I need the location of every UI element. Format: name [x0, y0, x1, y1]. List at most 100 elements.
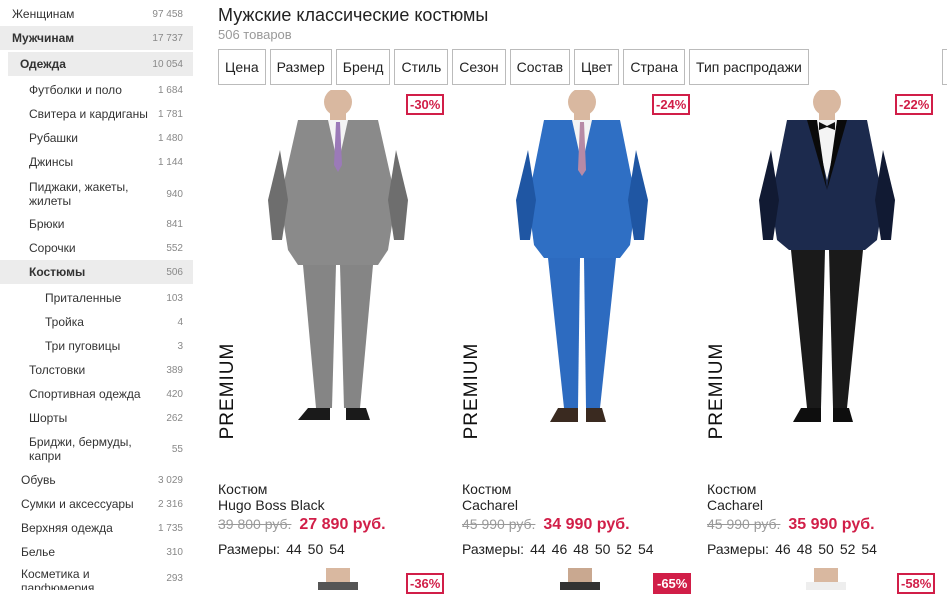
- sidebar-item-shorts[interactable]: Шорты 262: [0, 408, 193, 428]
- old-price: 45 990 руб.: [707, 516, 781, 532]
- premium-label: PREMIUM: [461, 342, 482, 440]
- filter-sale-type-button[interactable]: Тип распродажи: [689, 49, 809, 85]
- size-option[interactable]: 50: [818, 541, 834, 557]
- sidebar-item-label: Шорты: [29, 411, 68, 425]
- sidebar-item-three-buttons[interactable]: Три пуговицы 3: [0, 336, 193, 356]
- sidebar-item-count: 420: [166, 388, 183, 400]
- new-price: 35 990 руб.: [788, 516, 875, 533]
- sidebar-item-count: 262: [166, 412, 183, 424]
- size-option[interactable]: 50: [595, 541, 611, 557]
- sidebar-item-tshirts[interactable]: Футболки и поло 1 684: [0, 80, 193, 100]
- sidebar-item-count: 1 144: [157, 156, 183, 168]
- sidebar-item-three-piece[interactable]: Тройка 4: [0, 312, 193, 332]
- sidebar-item-slim-fit[interactable]: Приталенные 103: [0, 288, 193, 308]
- sidebar-item-count: 389: [166, 364, 183, 376]
- sidebar-item-jackets[interactable]: Пиджаки, жакеты, жилеты 940: [0, 178, 193, 210]
- size-option[interactable]: 48: [573, 541, 589, 557]
- product-type: Костюм: [218, 481, 268, 497]
- size-option[interactable]: 48: [797, 541, 813, 557]
- filter-composition-button[interactable]: Состав: [509, 49, 571, 85]
- sidebar-item-label: Верхняя одежда: [21, 521, 113, 535]
- size-option[interactable]: 50: [308, 541, 324, 557]
- product-image[interactable]: [747, 90, 907, 440]
- product-image[interactable]: [502, 90, 662, 440]
- sidebar-item-count: 2 316: [157, 498, 183, 510]
- sidebar-item-label: Одежда: [20, 57, 66, 71]
- filter-bar: Цена Размер Бренд Стиль Сезон Состав Цве…: [218, 49, 809, 85]
- filter-country-button[interactable]: Страна: [623, 49, 686, 85]
- product-card[interactable]: -24% PREMIUM Костюм Cacharel 45 990 руб.…: [461, 90, 692, 560]
- product-type: Костюм: [462, 481, 512, 497]
- sidebar-item-women[interactable]: Женщинам 97 458: [0, 4, 193, 24]
- sizes-label: Размеры:: [707, 541, 770, 557]
- premium-label: PREMIUM: [706, 342, 727, 440]
- product-image-partial[interactable]: [560, 568, 600, 590]
- sidebar-item-shoes[interactable]: Обувь 3 029: [0, 470, 193, 490]
- size-option[interactable]: 46: [552, 541, 568, 557]
- product-image-partial[interactable]: [806, 568, 846, 590]
- new-price: 34 990 руб.: [543, 516, 630, 533]
- product-brand[interactable]: Hugo Boss Black: [218, 497, 325, 513]
- product-card[interactable]: -22% PREMIUM Костюм Cacharel 45 990 руб.…: [706, 90, 937, 560]
- product-brand[interactable]: Cacharel: [462, 497, 518, 513]
- product-image[interactable]: [258, 90, 418, 440]
- filter-size-button[interactable]: Размер: [269, 49, 332, 85]
- sidebar-item-men[interactable]: Мужчинам 17 737: [0, 26, 193, 50]
- sidebar-item-count: 103: [166, 292, 183, 304]
- filter-color-button[interactable]: Цвет: [574, 49, 620, 85]
- size-option[interactable]: 54: [329, 541, 345, 557]
- sidebar-item-label: Пиджаки, жакеты, жилеты: [29, 180, 129, 208]
- sidebar-item-count: 1 735: [157, 522, 183, 534]
- sidebar-item-count: 10 054: [152, 58, 183, 70]
- sidebar-item-count: 55: [171, 443, 183, 455]
- sidebar-item-suits[interactable]: Костюмы 506: [0, 260, 193, 284]
- sidebar-item-cosmetics[interactable]: Косметика и парфюмерия 293: [0, 567, 193, 590]
- sidebar-item-label: Тройка: [45, 315, 84, 329]
- filter-style-button[interactable]: Стиль: [394, 49, 449, 85]
- discount-badge: -30%: [406, 94, 445, 115]
- sidebar-item-shirts[interactable]: Рубашки 1 480: [0, 128, 193, 148]
- size-option[interactable]: 52: [616, 541, 632, 557]
- sidebar-item-count: 841: [166, 218, 183, 230]
- sidebar-item-count: 1 480: [157, 132, 183, 144]
- sidebar-item-trousers[interactable]: Брюки 841: [0, 214, 193, 234]
- size-option[interactable]: 46: [775, 541, 791, 557]
- sidebar-item-sportswear[interactable]: Спортивная одежда 420: [0, 384, 193, 404]
- size-option[interactable]: 44: [286, 541, 302, 557]
- sidebar-item-breeches[interactable]: Бриджи, бермуды, капри 55: [0, 433, 193, 465]
- sidebar-item-label: Брюки: [29, 217, 65, 231]
- filter-more-button[interactable]: [942, 49, 947, 85]
- product-count: 506 товаров: [218, 27, 292, 42]
- sidebar-item-label: Женщинам: [12, 7, 75, 21]
- sidebar-item-outerwear[interactable]: Верхняя одежда 1 735: [0, 518, 193, 538]
- filter-brand-button[interactable]: Бренд: [335, 49, 391, 85]
- sidebar-item-hoodies[interactable]: Толстовки 389: [0, 360, 193, 380]
- sidebar-item-sweaters[interactable]: Свитера и кардиганы 1 781: [0, 104, 193, 124]
- sidebar-item-dress-shirts[interactable]: Сорочки 552: [0, 238, 193, 258]
- size-option[interactable]: 54: [861, 541, 877, 557]
- product-card[interactable]: -30% PREMIUM Костюм Hugo Boss Black 39 8…: [217, 90, 448, 560]
- sidebar-item-label: Белье: [21, 545, 56, 559]
- filter-price-button[interactable]: Цена: [218, 49, 266, 85]
- size-option[interactable]: 52: [840, 541, 856, 557]
- sidebar-item-clothing[interactable]: Одежда 10 054: [8, 52, 193, 76]
- product-image-partial[interactable]: [318, 568, 358, 590]
- product-brand[interactable]: Cacharel: [707, 497, 763, 513]
- sidebar-item-label: Спортивная одежда: [29, 387, 141, 401]
- sidebar-item-jeans[interactable]: Джинсы 1 144: [0, 152, 193, 172]
- sidebar-item-count: 1 781: [157, 108, 183, 120]
- discount-badge: -36%: [406, 573, 445, 594]
- sidebar-item-underwear[interactable]: Белье 310: [0, 542, 193, 562]
- discount-badge: -22%: [895, 94, 934, 115]
- sidebar-item-label: Три пуговицы: [45, 339, 121, 353]
- size-option[interactable]: 54: [638, 541, 654, 557]
- sidebar-item-count: 1 684: [157, 84, 183, 96]
- sidebar-item-label: Толстовки: [29, 363, 86, 377]
- size-option[interactable]: 44: [530, 541, 546, 557]
- sizes-row: Размеры: 46 48 50 52 54: [707, 541, 877, 557]
- sidebar-item-label: Костюмы: [29, 265, 86, 279]
- sidebar-item-label: Сумки и аксессуары: [21, 497, 134, 511]
- sidebar-item-bags[interactable]: Сумки и аксессуары 2 316: [0, 494, 193, 514]
- sidebar-item-label: Косметика и парфюмерия: [21, 567, 95, 590]
- filter-season-button[interactable]: Сезон: [452, 49, 506, 85]
